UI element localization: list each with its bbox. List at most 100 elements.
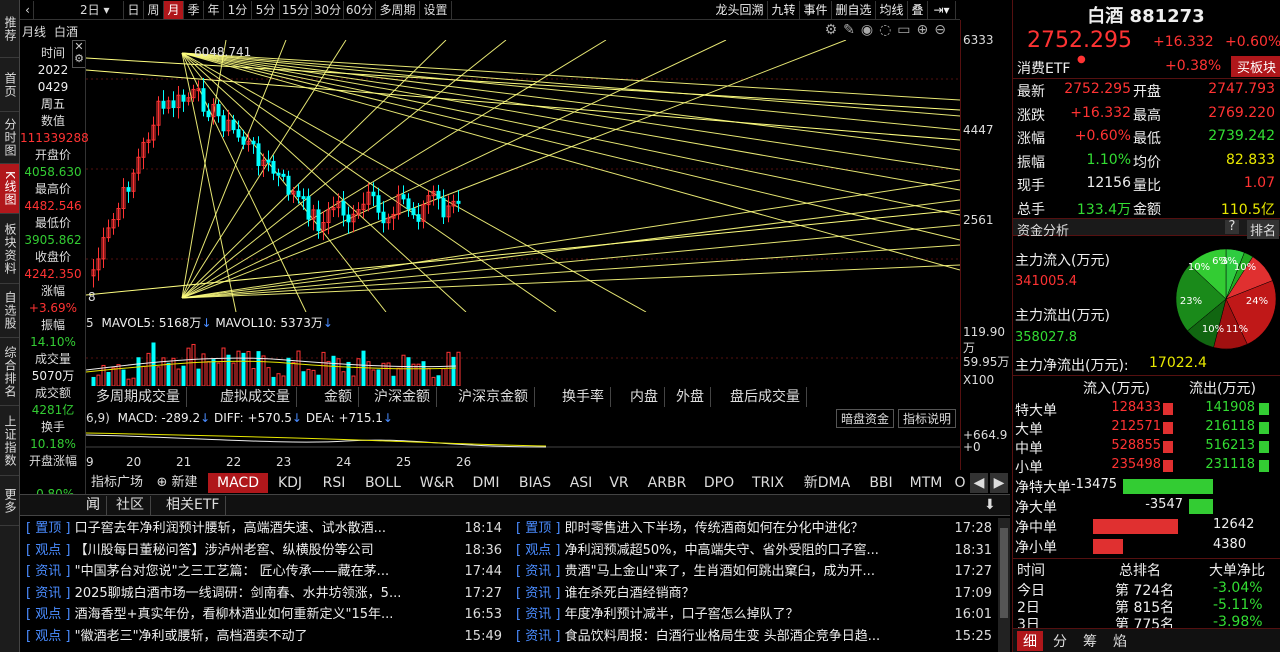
period-quarter[interactable]: 季 (184, 1, 204, 19)
kline-chart[interactable]: 6048.741 8 ⚙✎◉◌▭⊕⊖ (85, 22, 961, 313)
tab-after-hours[interactable]: 盘后成交量 (724, 387, 807, 407)
rank-button[interactable]: 排名 (1247, 220, 1280, 239)
tab-macd[interactable]: MACD (208, 473, 268, 493)
tab-inner[interactable]: 内盘 (624, 387, 665, 407)
nav-recommend[interactable]: 推荐 (0, 0, 19, 58)
tab-detail[interactable]: 细 (1017, 631, 1043, 651)
multi-period[interactable]: 多周期 (376, 1, 420, 19)
tab-outer[interactable]: 外盘 (670, 387, 711, 407)
news-item[interactable]: [ 置顶 ] 口子窖去年净利润预计腰斩，高端酒失速、试水散酒... 18:14 (26, 518, 502, 539)
news-item[interactable]: [ 观点 ] 【川股每日董秘问答】涉泸州老窖、纵横股份等公司 18:36 (26, 540, 502, 561)
period-60min[interactable]: 60分 (344, 1, 376, 19)
tab-vr[interactable]: VR (602, 473, 636, 493)
news-item[interactable]: [ 观点 ] 酒海香型+真实年份，看柳林酒业如何重新定义"15年... 16:5… (26, 604, 502, 625)
tab-news[interactable]: 闻 (80, 496, 107, 515)
news-item[interactable]: [ 观点 ] 净利润预减超50%，中高端失守、省外受阻的口子窖... 18:31 (516, 540, 992, 561)
gear-icon[interactable]: ⚙ (825, 22, 844, 38)
tab-bias[interactable]: BIAS (510, 473, 560, 493)
news-item[interactable]: [ 资讯 ] 年度净利预计减半，口子窖怎么掉队了？ 16:01 (516, 604, 992, 625)
overlay-button[interactable]: 叠 (908, 1, 928, 19)
period-year[interactable]: 年 (204, 1, 224, 19)
macd-chart[interactable] (85, 427, 960, 455)
trash-icon[interactable]: ▭ (897, 22, 916, 38)
volume-bar (166, 362, 171, 387)
tab-more[interactable]: O (952, 473, 968, 493)
events-button[interactable]: 事件 (800, 1, 832, 19)
period-month[interactable]: 月 (164, 1, 184, 19)
remove-watch-button[interactable]: 删自选 (832, 1, 876, 19)
nav-sector-info[interactable]: 板块资料 (0, 214, 19, 284)
date-tick: 21 (176, 455, 192, 469)
tab-new-dma[interactable]: 新DMA (796, 473, 858, 493)
pencil-icon[interactable]: ✎ (843, 22, 861, 38)
tab-hsj-amount[interactable]: 沪深京金额 (452, 387, 535, 407)
tab-rsi[interactable]: RSI (314, 473, 354, 493)
period-5min[interactable]: 5分 (252, 1, 280, 19)
nav-ranking[interactable]: 综合排名 (0, 338, 19, 406)
tab-chips[interactable]: 筹 (1083, 631, 1097, 651)
tab-arbr[interactable]: ARBR (640, 473, 694, 493)
export-icon[interactable]: ⇥▾ (928, 1, 956, 19)
nav-sh-index[interactable]: 上证指数 (0, 406, 19, 476)
tab-wr[interactable]: W&R (412, 473, 462, 493)
weekday-value: 周五 (40, 97, 65, 111)
zoom-out-icon[interactable]: ⊖ (934, 22, 952, 38)
news-item[interactable]: [ 资讯 ] "中国茅台对您说"之三工艺篇： 匠心传承——藏在茅... 17:4… (26, 561, 502, 582)
tab-boll[interactable]: BOLL (358, 473, 408, 493)
tab-dpo[interactable]: DPO (698, 473, 740, 493)
volume-chart[interactable] (85, 330, 960, 387)
help-icon[interactable]: ? (1225, 220, 1239, 234)
leader-backtrack[interactable]: 龙头回溯 (712, 1, 768, 19)
tab-turnover[interactable]: 换手率 (556, 387, 611, 407)
etf-name[interactable]: 消费ETF (1017, 58, 1070, 78)
period-week[interactable]: 周 (144, 1, 164, 19)
tab-asi[interactable]: ASI (564, 473, 598, 493)
tab-virtual-vol[interactable]: 虚拟成交量 (214, 387, 297, 407)
news-item[interactable]: [ 资讯 ] 贵酒"马上金山"来了，生肖酒如何跳出窠臼，成为开... 17:27 (516, 561, 992, 582)
tab-multi-vol[interactable]: 多周期成交量 (90, 387, 187, 407)
indicator-market[interactable]: 指标广场 (88, 473, 146, 493)
nav-home[interactable]: 首页 (0, 58, 19, 112)
nav-watchlist[interactable]: 自选股 (0, 284, 19, 338)
tab-flame[interactable]: 焰 (1113, 631, 1127, 651)
tab-kdj[interactable]: KDJ (270, 473, 310, 493)
nine-turn[interactable]: 九转 (768, 1, 800, 19)
tab-minute[interactable]: 分 (1053, 631, 1067, 651)
news-item[interactable]: [ 资讯 ] 2025聊城白酒市场一线调研：剑南春、水井坊领涨，5... 17:… (26, 583, 502, 604)
tab-community[interactable]: 社区 (110, 496, 151, 515)
tab-trix[interactable]: TRIX (744, 473, 792, 493)
news-item[interactable]: [ 观点 ] "徽酒老三"净利或腰斩，高档酒卖不动了 15:49 (26, 626, 502, 647)
period-15min[interactable]: 15分 (280, 1, 312, 19)
draw-icon[interactable]: ◌ (879, 22, 897, 38)
period-30min[interactable]: 30分 (312, 1, 344, 19)
indicator-help-button[interactable]: 指标说明 (898, 409, 957, 428)
arrow-right-icon[interactable]: ▶ (990, 473, 1008, 493)
news-scrollbar[interactable] (998, 518, 1010, 652)
zoom-in-icon[interactable]: ⊕ (917, 22, 935, 38)
tab-bbi[interactable]: BBI (862, 473, 900, 493)
chevron-left-icon[interactable]: ‹ (22, 1, 34, 19)
tab-etf[interactable]: 相关ETF (160, 496, 227, 515)
tab-amount[interactable]: 金额 (318, 387, 359, 407)
news-item[interactable]: [ 置顶 ] 即时零售进入下半场，传统酒商如何在分化中进化？ 17:28 (516, 518, 992, 539)
period-select[interactable]: 2日 ▾ (76, 1, 124, 19)
nav-kline[interactable]: K线图 (0, 164, 19, 214)
news-item[interactable]: [ 资讯 ] 食品饮料周报：白酒行业格局生变 头部酒企竞争日趋... 15:25 (516, 626, 992, 647)
new-indicator[interactable]: ⊕ 新建 (150, 473, 204, 493)
nav-more[interactable]: 更多 (0, 476, 19, 526)
tab-hs-amount[interactable]: 沪深金额 (368, 387, 437, 407)
ma-button[interactable]: 均线 (876, 1, 908, 19)
period-day[interactable]: 日 (124, 1, 144, 19)
download-icon[interactable]: ⬇ (984, 497, 996, 513)
tab-mtm[interactable]: MTM (904, 473, 948, 493)
period-1min[interactable]: 1分 (224, 1, 252, 19)
nav-timeshare[interactable]: 分时图 (0, 112, 19, 164)
arrow-left-icon[interactable]: ◀ (970, 473, 988, 493)
tab-dmi[interactable]: DMI (466, 473, 506, 493)
buy-sector-button[interactable]: 买板块 (1231, 56, 1280, 77)
dark-pool-button[interactable]: 暗盘资金 (836, 409, 895, 428)
settings-button[interactable]: 设置 (420, 1, 452, 19)
news-item[interactable]: [ 资讯 ] 谁在杀死白酒经销商？ 17:09 (516, 583, 992, 604)
eye-icon[interactable]: ◉ (861, 22, 879, 38)
news-time: 17:44 (464, 564, 502, 579)
